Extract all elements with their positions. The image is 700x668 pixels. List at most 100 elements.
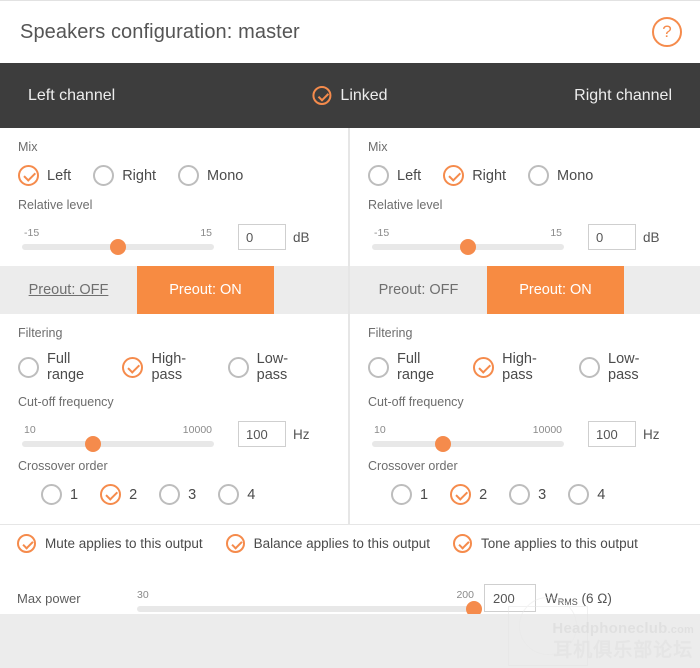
slider-track[interactable] xyxy=(372,239,564,255)
relative-level-label: Relative level xyxy=(368,198,443,212)
mix-option-mono[interactable]: Mono xyxy=(178,165,243,186)
radio-icon[interactable] xyxy=(509,484,531,505)
crossover-option-1[interactable]: 1 xyxy=(41,484,78,505)
cutoff-unit: Hz xyxy=(643,426,660,442)
slider-max-label: 200 xyxy=(456,589,474,601)
filtering-option-full-range[interactable]: Full range xyxy=(18,351,100,383)
crossover-option-4[interactable]: 4 xyxy=(218,484,255,505)
slider-min-label: 30 xyxy=(137,589,149,601)
radio-icon-selected[interactable] xyxy=(443,165,465,186)
mix-option-right[interactable]: Right xyxy=(93,165,156,186)
preout-off-button[interactable]: Preout: OFF xyxy=(350,266,487,314)
radio-icon[interactable] xyxy=(218,484,240,505)
preout-off-button[interactable]: Preout: OFF xyxy=(0,266,137,314)
relative-level-slider[interactable]: -15 15 xyxy=(22,227,214,255)
radio-icon[interactable] xyxy=(368,356,389,378)
left-channel-label: Left channel xyxy=(28,86,116,104)
cutoff-slider[interactable]: 10 10000 xyxy=(372,424,564,452)
crossover-option-3[interactable]: 3 xyxy=(509,484,546,505)
check-icon[interactable] xyxy=(452,534,472,553)
radio-icon[interactable] xyxy=(159,484,181,505)
slider-thumb[interactable] xyxy=(460,239,476,255)
radio-icon-selected[interactable] xyxy=(473,356,495,378)
slider-thumb[interactable] xyxy=(110,239,126,255)
radio-icon[interactable] xyxy=(528,165,550,186)
filtering-option-label: High-pass xyxy=(151,351,187,383)
filtering-option-low-pass[interactable]: Low-pass xyxy=(579,351,660,383)
radio-icon[interactable] xyxy=(41,484,62,505)
slider-track[interactable] xyxy=(22,239,214,255)
mix-label: Mix xyxy=(368,140,388,154)
radio-icon[interactable] xyxy=(227,356,249,378)
max-power-slider[interactable]: 30 200 xyxy=(137,589,482,617)
linked-toggle[interactable]: Linked xyxy=(312,86,388,105)
relative-level-slider[interactable]: -15 15 xyxy=(372,227,564,255)
mix-option-left[interactable]: Left xyxy=(18,165,71,186)
slider-min-label: -15 xyxy=(24,227,40,239)
slider-min-label: 10 xyxy=(374,424,386,436)
mute-applies-checkbox[interactable]: Mute applies to this output xyxy=(17,534,203,553)
cutoff-input[interactable]: 100 xyxy=(238,421,286,447)
crossover-option-2[interactable]: 2 xyxy=(450,484,487,505)
page-title: Speakers configuration: master xyxy=(20,20,300,43)
slider-track[interactable] xyxy=(372,436,564,452)
mix-option-label: Right xyxy=(122,167,157,184)
watermark-logo xyxy=(508,606,588,666)
mix-label: Mix xyxy=(18,140,38,154)
crossover-option-label: 2 xyxy=(479,486,488,503)
radio-icon-selected[interactable] xyxy=(122,356,144,378)
filtering-option-label: Low-pass xyxy=(608,351,640,383)
radio-icon-selected[interactable] xyxy=(100,484,122,505)
slider-thumb[interactable] xyxy=(435,436,452,452)
tone-applies-checkbox[interactable]: Tone applies to this output xyxy=(452,534,638,553)
radio-icon[interactable] xyxy=(568,484,590,505)
mix-option-mono[interactable]: Mono xyxy=(528,165,593,186)
cutoff-slider-block: 10 10000 100 Hz xyxy=(18,409,330,452)
tone-applies-label: Tone applies to this output xyxy=(480,536,638,551)
cutoff-input[interactable]: 100 xyxy=(588,421,636,447)
filtering-radio-group: Full range High-pass Low-pass xyxy=(368,340,682,383)
right-channel-panel: Mix Left Right Mono Relative level -15 1… xyxy=(349,128,700,524)
preout-on-button[interactable]: Preout: ON xyxy=(487,266,624,314)
channel-header-bar: Left channel Linked Right channel xyxy=(0,63,700,128)
crossover-section-right: Crossover order 1 2 3 4 xyxy=(350,447,700,505)
radio-icon[interactable] xyxy=(178,165,200,186)
crossover-option-2[interactable]: 2 xyxy=(100,484,137,505)
slider-min-label: 10 xyxy=(24,424,36,436)
filtering-option-high-pass[interactable]: High-pass xyxy=(473,351,557,383)
slider-thumb[interactable] xyxy=(85,436,102,452)
crossover-option-4[interactable]: 4 xyxy=(568,484,605,505)
check-icon[interactable] xyxy=(17,534,36,553)
crossover-option-3[interactable]: 3 xyxy=(159,484,196,505)
crossover-option-label: 2 xyxy=(129,486,138,503)
radio-icon-selected[interactable] xyxy=(18,165,39,186)
balance-applies-label: Balance applies to this output xyxy=(253,536,430,551)
relative-level-input[interactable]: 0 xyxy=(588,224,636,250)
crossover-option-1[interactable]: 1 xyxy=(391,484,428,505)
slider-track[interactable] xyxy=(137,601,482,617)
radio-icon[interactable] xyxy=(18,356,39,378)
slider-track[interactable] xyxy=(22,436,214,452)
radio-icon-selected[interactable] xyxy=(450,484,472,505)
balance-applies-checkbox[interactable]: Balance applies to this output xyxy=(225,534,430,553)
radio-icon[interactable] xyxy=(368,165,389,186)
crossover-option-label: 3 xyxy=(538,486,547,503)
slider-range-labels: -15 15 xyxy=(22,227,214,239)
radio-icon[interactable] xyxy=(579,356,601,378)
mix-option-label: Mono xyxy=(557,167,594,184)
mix-option-label: Mono xyxy=(207,167,244,184)
cutoff-value-box: 100 Hz xyxy=(588,421,660,447)
filtering-option-full-range[interactable]: Full range xyxy=(368,351,451,383)
radio-icon[interactable] xyxy=(391,484,412,505)
relative-level-input[interactable]: 0 xyxy=(238,224,286,250)
filtering-option-high-pass[interactable]: High-pass xyxy=(122,351,205,383)
filtering-option-low-pass[interactable]: Low-pass xyxy=(227,351,308,383)
crossover-option-label: 3 xyxy=(188,486,197,503)
check-icon[interactable] xyxy=(225,534,245,553)
radio-icon[interactable] xyxy=(93,165,115,186)
cutoff-slider[interactable]: 10 10000 xyxy=(22,424,214,452)
mix-option-left[interactable]: Left xyxy=(368,165,421,186)
mix-option-right[interactable]: Right xyxy=(443,165,506,186)
help-icon[interactable]: ? xyxy=(652,17,682,47)
preout-on-button[interactable]: Preout: ON xyxy=(137,266,274,314)
